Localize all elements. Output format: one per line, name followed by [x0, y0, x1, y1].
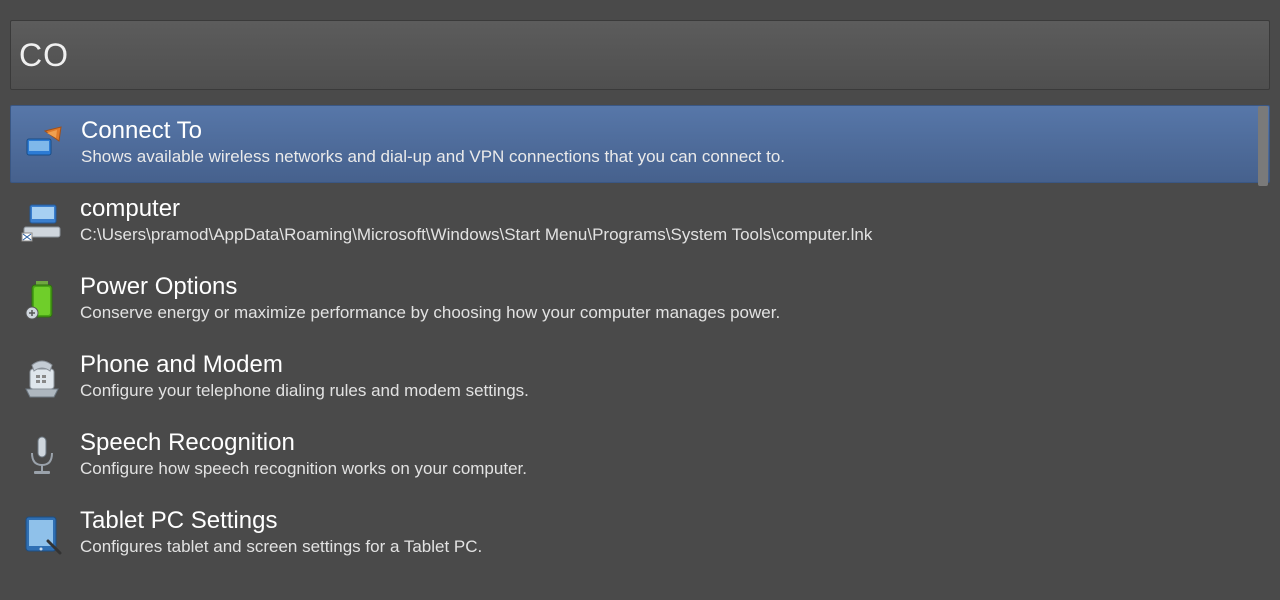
result-power-options[interactable]: Power Options Conserve energy or maximiz…	[10, 261, 1270, 339]
result-title: computer	[80, 196, 872, 222]
result-desc: Shows available wireless networks and di…	[81, 146, 785, 168]
connect-to-icon	[21, 121, 65, 165]
result-speech-recognition[interactable]: Speech Recognition Configure how speech …	[10, 417, 1270, 495]
result-desc: Configures tablet and screen settings fo…	[80, 536, 482, 558]
search-bar[interactable]	[10, 20, 1270, 90]
result-title: Speech Recognition	[80, 430, 527, 456]
result-desc: Configure your telephone dialing rules a…	[80, 380, 529, 402]
search-input[interactable]	[19, 37, 1261, 74]
result-title: Phone and Modem	[80, 352, 529, 378]
result-desc: Conserve energy or maximize performance …	[80, 302, 780, 324]
result-title: Tablet PC Settings	[80, 508, 482, 534]
battery-icon	[20, 277, 64, 321]
result-computer[interactable]: computer C:\Users\pramod\AppData\Roaming…	[10, 183, 1270, 261]
result-tablet-pc-settings[interactable]: Tablet PC Settings Configures tablet and…	[10, 495, 1270, 573]
results-list: Connect To Shows available wireless netw…	[10, 105, 1270, 600]
phone-modem-icon	[20, 355, 64, 399]
result-desc: C:\Users\pramod\AppData\Roaming\Microsof…	[80, 224, 872, 246]
result-title: Connect To	[81, 118, 785, 144]
result-phone-modem[interactable]: Phone and Modem Configure your telephone…	[10, 339, 1270, 417]
tablet-icon	[20, 511, 64, 555]
result-title: Power Options	[80, 274, 780, 300]
result-desc: Configure how speech recognition works o…	[80, 458, 527, 480]
microphone-icon	[20, 433, 64, 477]
result-connect-to[interactable]: Connect To Shows available wireless netw…	[10, 105, 1270, 183]
computer-icon	[20, 199, 64, 243]
scrollbar-thumb[interactable]	[1258, 106, 1268, 186]
